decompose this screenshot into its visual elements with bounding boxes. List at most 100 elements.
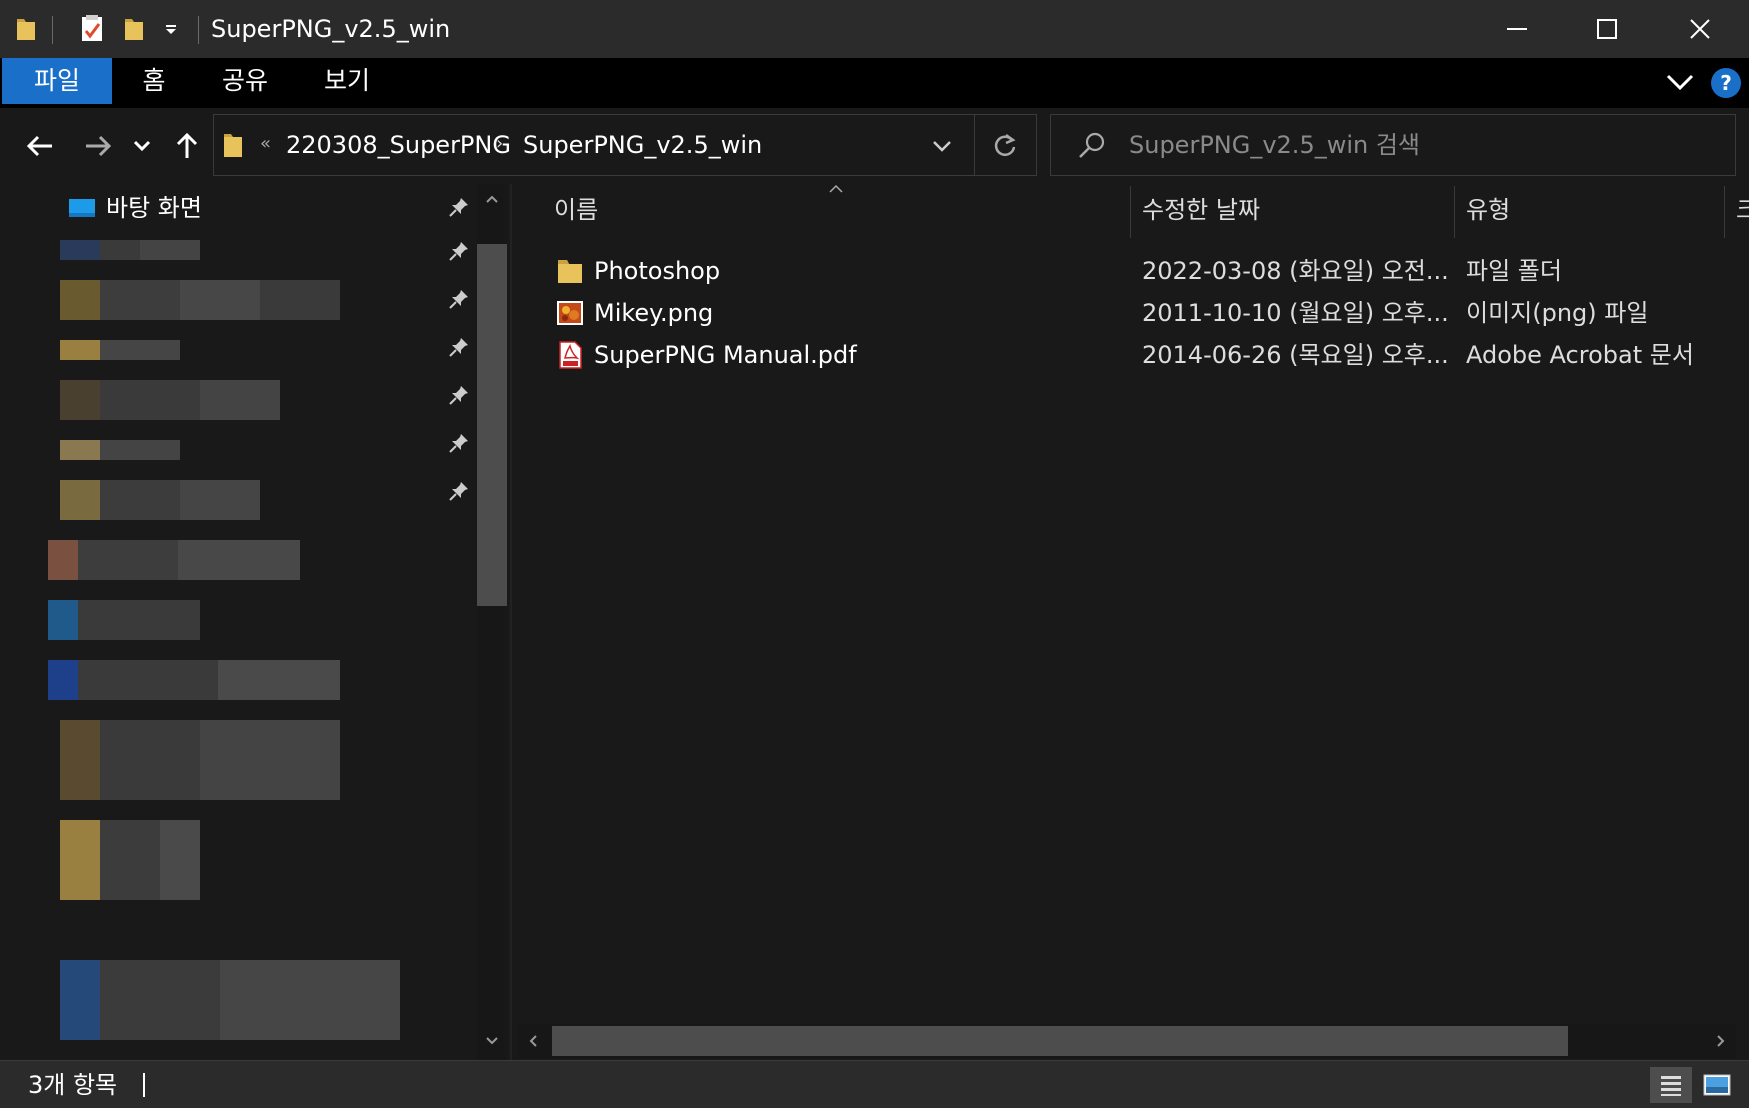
navigation-pane: 바탕 화면 (0, 184, 512, 1060)
redacted-sidebar-item[interactable] (48, 600, 200, 640)
pin-icon[interactable] (448, 288, 470, 310)
details-view-icon (1661, 1076, 1681, 1096)
redacted-sidebar-item[interactable] (60, 720, 340, 800)
arrow-right-icon (86, 135, 112, 157)
ribbon-tabs: 파일 홈 공유 보기 (0, 58, 1749, 108)
maximize-button[interactable] (1561, 0, 1653, 58)
minimize-icon (1507, 28, 1527, 30)
scroll-left-icon[interactable] (528, 1034, 538, 1048)
search-icon (1079, 132, 1105, 158)
window-title: SuperPNG_v2.5_win (211, 15, 451, 43)
folder-app-icon (12, 14, 40, 44)
file-list: 이름 수정한 날짜 유형 크 Photoshop 2022-03-08 (화요일… (512, 184, 1749, 1060)
folder-icon (558, 260, 582, 283)
redacted-sidebar-item[interactable] (48, 660, 340, 700)
breadcrumb-separator[interactable]: › (496, 133, 503, 154)
customize-toolbar-icon[interactable] (160, 14, 182, 44)
redacted-sidebar-item[interactable] (60, 440, 180, 460)
chevron-down-icon[interactable] (932, 139, 952, 153)
item-count: 3개 항목 (28, 1071, 118, 1099)
pdf-icon (559, 341, 582, 369)
redacted-sidebar-item[interactable] (60, 820, 200, 900)
close-button[interactable] (1654, 0, 1746, 58)
title-bar: SuperPNG_v2.5_win (0, 0, 1749, 58)
scroll-right-icon[interactable] (1716, 1034, 1726, 1048)
redacted-sidebar-item[interactable] (60, 240, 200, 260)
status-bar: 3개 항목 (0, 1060, 1749, 1108)
tab-home[interactable]: 홈 (122, 58, 186, 104)
pin-icon[interactable] (448, 336, 470, 358)
column-separator[interactable] (1724, 186, 1725, 238)
file-type: 이미지(png) 파일 (1466, 299, 1649, 327)
redacted-sidebar-item[interactable] (60, 340, 180, 360)
table-row[interactable]: Photoshop 2022-03-08 (화요일) 오전... 파일 폴더 (512, 250, 1749, 292)
file-name[interactable]: Photoshop (594, 254, 720, 288)
table-row[interactable]: SuperPNG Manual.pdf 2014-06-26 (목요일) 오후.… (512, 334, 1749, 376)
help-button[interactable]: ? (1711, 68, 1741, 98)
horizontal-scrollbar[interactable] (518, 1024, 1736, 1058)
scrollbar-thumb[interactable] (552, 1026, 1568, 1056)
folder-icon (224, 134, 242, 157)
file-type: Adobe Acrobat 문서 (1466, 341, 1694, 369)
column-separator[interactable] (1130, 186, 1131, 238)
address-bar[interactable]: « 220308_SuperPNG › SuperPNG_v2.5_win (213, 114, 1037, 176)
expand-ribbon-button[interactable] (1664, 68, 1696, 96)
large-icons-view-icon (1703, 1074, 1731, 1096)
pin-icon[interactable] (448, 384, 470, 406)
status-separator (143, 1073, 145, 1097)
scroll-up-icon[interactable] (485, 194, 499, 204)
file-type: 파일 폴더 (1466, 257, 1562, 285)
toolbar-separator (52, 16, 53, 44)
column-separator[interactable] (1454, 186, 1455, 238)
recent-locations-button[interactable] (128, 126, 156, 166)
scrollbar-thumb[interactable] (477, 244, 507, 606)
details-view-button[interactable] (1650, 1067, 1692, 1103)
redacted-sidebar-item[interactable] (60, 380, 280, 420)
pin-icon[interactable] (448, 196, 470, 218)
breadcrumb-220308-superpng[interactable]: 220308_SuperPNG (286, 129, 511, 161)
breadcrumb-superpng-v2-5-win[interactable]: SuperPNG_v2.5_win (523, 129, 762, 161)
file-date: 2011-10-10 (월요일) 오후... (1142, 299, 1449, 327)
sidebar-item-desktop[interactable]: 바탕 화면 (68, 192, 202, 224)
chevron-down-icon (133, 140, 151, 152)
column-header-size[interactable]: 크 (1736, 194, 1749, 226)
refresh-icon[interactable] (992, 132, 1018, 158)
pin-icon[interactable] (448, 480, 470, 502)
back-button[interactable] (22, 126, 58, 166)
column-header-name[interactable]: 이름 (554, 194, 598, 226)
sort-ascending-icon (829, 184, 843, 193)
maximize-icon (1597, 19, 1617, 39)
new-folder-icon[interactable] (120, 14, 148, 44)
forward-button[interactable] (80, 126, 116, 166)
file-date: 2022-03-08 (화요일) 오전... (1142, 257, 1449, 285)
desktop-icon (69, 199, 95, 217)
navpane-scrollbar[interactable] (477, 184, 507, 1060)
search-input[interactable]: SuperPNG_v2.5_win 검색 (1050, 114, 1736, 176)
tab-file[interactable]: 파일 (2, 58, 112, 104)
redacted-sidebar-item[interactable] (60, 960, 400, 1040)
arrow-up-icon (176, 132, 198, 158)
minimize-button[interactable] (1471, 0, 1563, 58)
file-name[interactable]: SuperPNG Manual.pdf (594, 338, 857, 372)
arrow-left-icon (26, 135, 52, 157)
file-name[interactable]: Mikey.png (594, 296, 713, 330)
column-header-type[interactable]: 유형 (1466, 194, 1510, 226)
address-divider (974, 115, 975, 175)
column-header-date[interactable]: 수정한 날짜 (1142, 194, 1260, 226)
redacted-sidebar-item[interactable] (60, 280, 340, 320)
table-row[interactable]: Mikey.png 2011-10-10 (월요일) 오후... 이미지(png… (512, 292, 1749, 334)
redacted-sidebar-item[interactable] (60, 480, 260, 520)
png-image-icon (557, 301, 583, 325)
tab-view[interactable]: 보기 (314, 58, 380, 104)
tab-share[interactable]: 공유 (212, 58, 278, 104)
close-icon (1690, 19, 1710, 39)
sidebar-item-label: 바탕 화면 (106, 194, 202, 222)
redacted-sidebar-item[interactable] (48, 540, 300, 580)
pin-icon[interactable] (448, 432, 470, 454)
scroll-down-icon[interactable] (485, 1036, 499, 1046)
pin-icon[interactable] (448, 240, 470, 262)
properties-icon[interactable] (76, 14, 108, 44)
up-button[interactable] (170, 126, 204, 166)
address-overflow[interactable]: « (260, 133, 271, 154)
large-icons-view-button[interactable] (1696, 1067, 1738, 1103)
